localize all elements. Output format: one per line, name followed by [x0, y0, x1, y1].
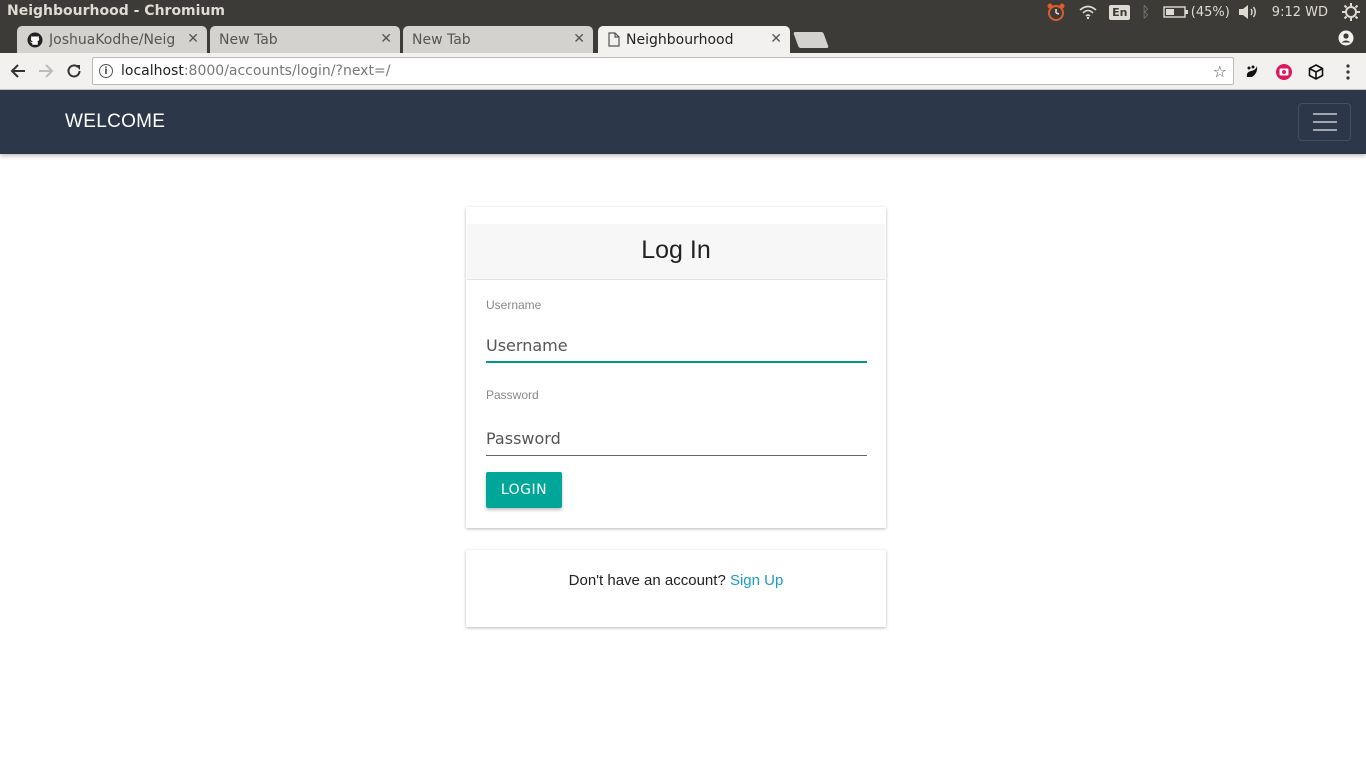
- signup-prompt: Don't have an account?: [568, 572, 726, 589]
- extension-cube-icon[interactable]: [1306, 62, 1326, 82]
- power-settings-icon[interactable]: [1336, 0, 1366, 24]
- info-icon[interactable]: i: [99, 64, 113, 78]
- signup-line: Don't have an account? Sign Up: [466, 572, 886, 589]
- navbar-toggler-button[interactable]: [1298, 103, 1351, 141]
- login-card: Log In Username Password LOGIN: [466, 207, 886, 528]
- tab-strip: JoshuaKodhe/Neig ✕ New Tab ✕ New Tab ✕ N…: [0, 24, 1366, 53]
- new-tab-button[interactable]: [793, 32, 829, 48]
- close-icon[interactable]: ✕: [187, 31, 199, 47]
- forward-icon[interactable]: [36, 61, 56, 81]
- menu-kebab-icon[interactable]: [1338, 62, 1358, 82]
- tab-label: New Tab: [219, 31, 278, 48]
- bluetooth-icon[interactable]: ᛒ: [1135, 0, 1157, 24]
- close-icon[interactable]: ✕: [380, 31, 392, 47]
- volume-icon[interactable]: [1230, 0, 1266, 24]
- keyboard-layout-indicator[interactable]: En: [1105, 0, 1135, 24]
- url-host: localhost: [121, 63, 184, 79]
- hamburger-icon-bar: [1312, 113, 1337, 115]
- reload-icon[interactable]: [64, 61, 84, 81]
- wifi-icon[interactable]: [1071, 0, 1105, 24]
- clock[interactable]: 9:12 WD: [1266, 0, 1336, 24]
- tab-github[interactable]: JoshuaKodhe/Neig ✕: [17, 26, 207, 53]
- tab-new-tab-1[interactable]: New Tab ✕: [210, 26, 400, 53]
- battery-indicator[interactable]: (45%): [1157, 0, 1230, 24]
- hamburger-icon-bar: [1312, 121, 1337, 123]
- url-text: localhost:8000/accounts/login/?next=/: [121, 63, 390, 79]
- page-icon: [608, 32, 620, 47]
- close-icon[interactable]: ✕: [770, 31, 782, 47]
- username-label: Username: [486, 298, 542, 312]
- tab-new-tab-2[interactable]: New Tab ✕: [403, 26, 593, 53]
- tab-label: Neighbourhood: [626, 31, 734, 48]
- close-icon[interactable]: ✕: [573, 31, 585, 47]
- url-path: :8000/accounts/login/?next=/: [183, 63, 391, 79]
- github-icon: [27, 32, 43, 48]
- alarm-clock-icon[interactable]: [1041, 0, 1071, 24]
- tab-neighbourhood[interactable]: Neighbourhood ✕: [598, 26, 790, 53]
- browser-toolbar: i localhost:8000/accounts/login/?next=/ …: [0, 53, 1366, 90]
- navbar-brand[interactable]: WELCOME: [65, 111, 165, 133]
- login-button[interactable]: LOGIN: [486, 472, 562, 508]
- signup-card: Don't have an account? Sign Up: [466, 550, 886, 627]
- os-top-panel: Neighbourhood - Chromium En ᛒ (45%) 9:12…: [0, 0, 1366, 24]
- battery-icon: [1163, 6, 1188, 18]
- login-title: Log In: [641, 236, 711, 264]
- window-title: Neighbourhood - Chromium: [7, 3, 225, 19]
- username-input[interactable]: [486, 329, 867, 363]
- hamburger-icon-bar: [1312, 129, 1337, 131]
- profile-icon[interactable]: [1338, 30, 1354, 50]
- bookmark-star-icon[interactable]: ☆: [1213, 62, 1227, 81]
- tab-label: JoshuaKodhe/Neig: [49, 31, 176, 48]
- password-label: Password: [486, 388, 539, 402]
- language-label: En: [1109, 4, 1131, 20]
- battery-percentage: (45%): [1190, 4, 1230, 20]
- password-input[interactable]: [486, 422, 867, 456]
- extension-paw-icon[interactable]: [1242, 62, 1262, 82]
- signup-link[interactable]: Sign Up: [730, 572, 783, 589]
- site-navbar: WELCOME: [0, 90, 1366, 154]
- login-card-header: Log In: [467, 224, 885, 280]
- extension-camera-icon[interactable]: [1274, 62, 1294, 82]
- tab-label: New Tab: [412, 31, 471, 48]
- os-indicators: En ᛒ (45%) 9:12 WD: [1041, 0, 1366, 24]
- back-icon[interactable]: [8, 61, 28, 81]
- address-bar[interactable]: i localhost:8000/accounts/login/?next=/ …: [92, 57, 1234, 85]
